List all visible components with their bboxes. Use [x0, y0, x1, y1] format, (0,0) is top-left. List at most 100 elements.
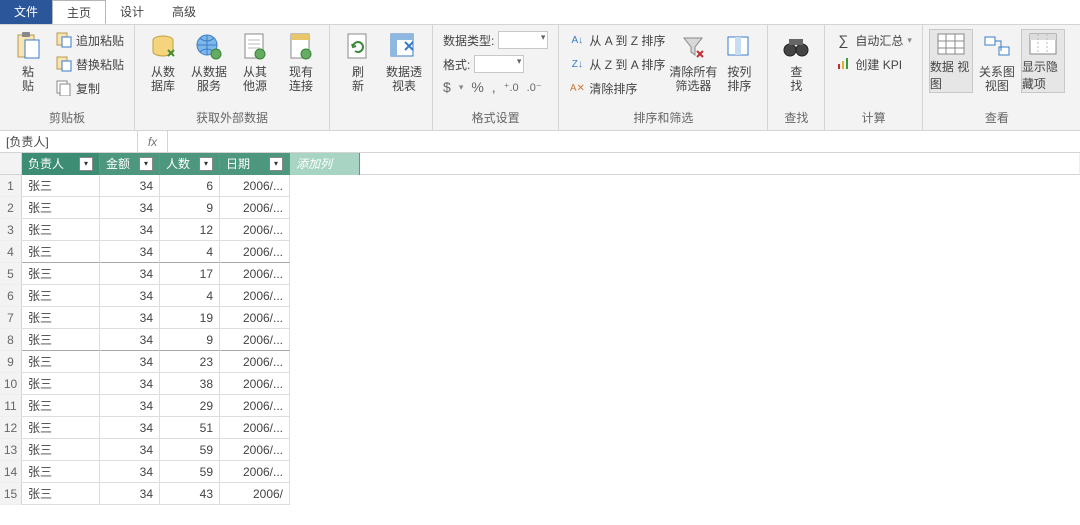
cell[interactable]: 2006/...: [220, 417, 290, 439]
cell[interactable]: 34: [100, 461, 160, 483]
row-header[interactable]: 1: [0, 175, 22, 197]
col-header-date[interactable]: 日期▾: [220, 153, 290, 175]
row-header[interactable]: 7: [0, 307, 22, 329]
append-paste-button[interactable]: 追加粘贴: [52, 29, 128, 51]
cell[interactable]: 2006/: [220, 483, 290, 505]
cell[interactable]: 43: [160, 483, 220, 505]
cell[interactable]: 2006/...: [220, 461, 290, 483]
from-db-button[interactable]: 从数 据库: [141, 29, 185, 93]
cell[interactable]: 17: [160, 263, 220, 285]
sort-bycol-button[interactable]: 按列 排序: [717, 29, 761, 93]
clear-sort-button[interactable]: A✕清除排序: [565, 77, 669, 99]
cell[interactable]: 19: [160, 307, 220, 329]
create-kpi-button[interactable]: 创建 KPI: [831, 53, 916, 75]
cell[interactable]: 12: [160, 219, 220, 241]
cell[interactable]: 34: [100, 483, 160, 505]
col-header-count[interactable]: 人数▾: [160, 153, 220, 175]
cell[interactable]: 34: [100, 241, 160, 263]
cell[interactable]: 34: [100, 417, 160, 439]
copy-button[interactable]: 复制: [52, 77, 128, 99]
col-header-add[interactable]: 添加列: [290, 153, 360, 175]
tab-advanced[interactable]: 高级: [158, 0, 210, 24]
cell[interactable]: 4: [160, 241, 220, 263]
cell[interactable]: 张三: [22, 329, 100, 351]
tab-home[interactable]: 主页: [52, 0, 106, 24]
cell[interactable]: 4: [160, 285, 220, 307]
cell[interactable]: 2006/...: [220, 263, 290, 285]
cell[interactable]: 59: [160, 439, 220, 461]
cell[interactable]: 9: [160, 197, 220, 219]
cell[interactable]: 34: [100, 373, 160, 395]
filter-dropdown-icon[interactable]: ▾: [139, 157, 153, 171]
cell[interactable]: 59: [160, 461, 220, 483]
cell[interactable]: 34: [100, 307, 160, 329]
filter-dropdown-icon[interactable]: ▾: [199, 157, 213, 171]
cell[interactable]: 2006/...: [220, 241, 290, 263]
cell[interactable]: 张三: [22, 197, 100, 219]
replace-paste-button[interactable]: 替换粘贴: [52, 53, 128, 75]
filter-dropdown-icon[interactable]: ▾: [269, 157, 283, 171]
sort-za-button[interactable]: Z↓从 Z 到 A 排序: [565, 53, 669, 75]
cell[interactable]: 2006/...: [220, 219, 290, 241]
cell[interactable]: 2006/...: [220, 395, 290, 417]
row-header[interactable]: 6: [0, 285, 22, 307]
cell[interactable]: 张三: [22, 307, 100, 329]
cell[interactable]: 张三: [22, 351, 100, 373]
row-header[interactable]: 8: [0, 329, 22, 351]
cell[interactable]: 张三: [22, 285, 100, 307]
cell[interactable]: 38: [160, 373, 220, 395]
cell[interactable]: 2006/...: [220, 307, 290, 329]
cell[interactable]: 张三: [22, 461, 100, 483]
filter-dropdown-icon[interactable]: ▾: [79, 157, 93, 171]
row-header[interactable]: 2: [0, 197, 22, 219]
col-header-owner[interactable]: 负责人▾: [22, 153, 100, 175]
cell[interactable]: 34: [100, 439, 160, 461]
cell[interactable]: 张三: [22, 483, 100, 505]
refresh-button[interactable]: 刷 新: [336, 29, 380, 93]
inc-decimal-button[interactable]: ⁺.0: [504, 81, 519, 94]
cell[interactable]: 34: [100, 263, 160, 285]
from-other-button[interactable]: 从其 他源: [233, 29, 277, 93]
row-header[interactable]: 12: [0, 417, 22, 439]
from-service-button[interactable]: 从数据 服务: [187, 29, 231, 93]
clear-filter-button[interactable]: 清除所有 筛选器: [671, 29, 715, 93]
find-button[interactable]: 查 找: [774, 29, 818, 93]
row-header[interactable]: 5: [0, 263, 22, 285]
autosum-button[interactable]: ∑自动汇总▾: [831, 29, 916, 51]
show-hidden-button[interactable]: 显示隐 藏项: [1021, 29, 1065, 93]
cell[interactable]: 张三: [22, 219, 100, 241]
percent-button[interactable]: %: [471, 79, 483, 95]
datatype-dropdown[interactable]: [498, 31, 548, 49]
cell[interactable]: 51: [160, 417, 220, 439]
row-header[interactable]: 13: [0, 439, 22, 461]
cell[interactable]: 张三: [22, 241, 100, 263]
diagram-view-button[interactable]: 关系图 视图: [975, 29, 1019, 93]
cell[interactable]: 6: [160, 175, 220, 197]
existing-conn-button[interactable]: 现有 连接: [279, 29, 323, 93]
row-header[interactable]: 9: [0, 351, 22, 373]
cell[interactable]: 29: [160, 395, 220, 417]
cell[interactable]: 34: [100, 219, 160, 241]
sort-az-button[interactable]: A↓从 A 到 Z 排序: [565, 29, 669, 51]
cell[interactable]: 34: [100, 329, 160, 351]
cell[interactable]: 张三: [22, 395, 100, 417]
cell[interactable]: 2006/...: [220, 329, 290, 351]
pivot-button[interactable]: 数据透 视表: [382, 29, 426, 93]
data-view-button[interactable]: 数据 视图: [929, 29, 973, 93]
cell[interactable]: 34: [100, 175, 160, 197]
cell[interactable]: 张三: [22, 373, 100, 395]
currency-button[interactable]: $: [443, 79, 451, 95]
tab-file[interactable]: 文件: [0, 0, 52, 24]
col-header-amount[interactable]: 金额▾: [100, 153, 160, 175]
select-all-corner[interactable]: [0, 153, 22, 175]
row-header[interactable]: 14: [0, 461, 22, 483]
cell[interactable]: 2006/...: [220, 175, 290, 197]
cell[interactable]: 张三: [22, 439, 100, 461]
row-header[interactable]: 15: [0, 483, 22, 505]
row-header[interactable]: 10: [0, 373, 22, 395]
row-header[interactable]: 4: [0, 241, 22, 263]
cell[interactable]: 张三: [22, 417, 100, 439]
comma-button[interactable]: ,: [492, 79, 496, 95]
cell[interactable]: 2006/...: [220, 197, 290, 219]
cell[interactable]: 34: [100, 197, 160, 219]
